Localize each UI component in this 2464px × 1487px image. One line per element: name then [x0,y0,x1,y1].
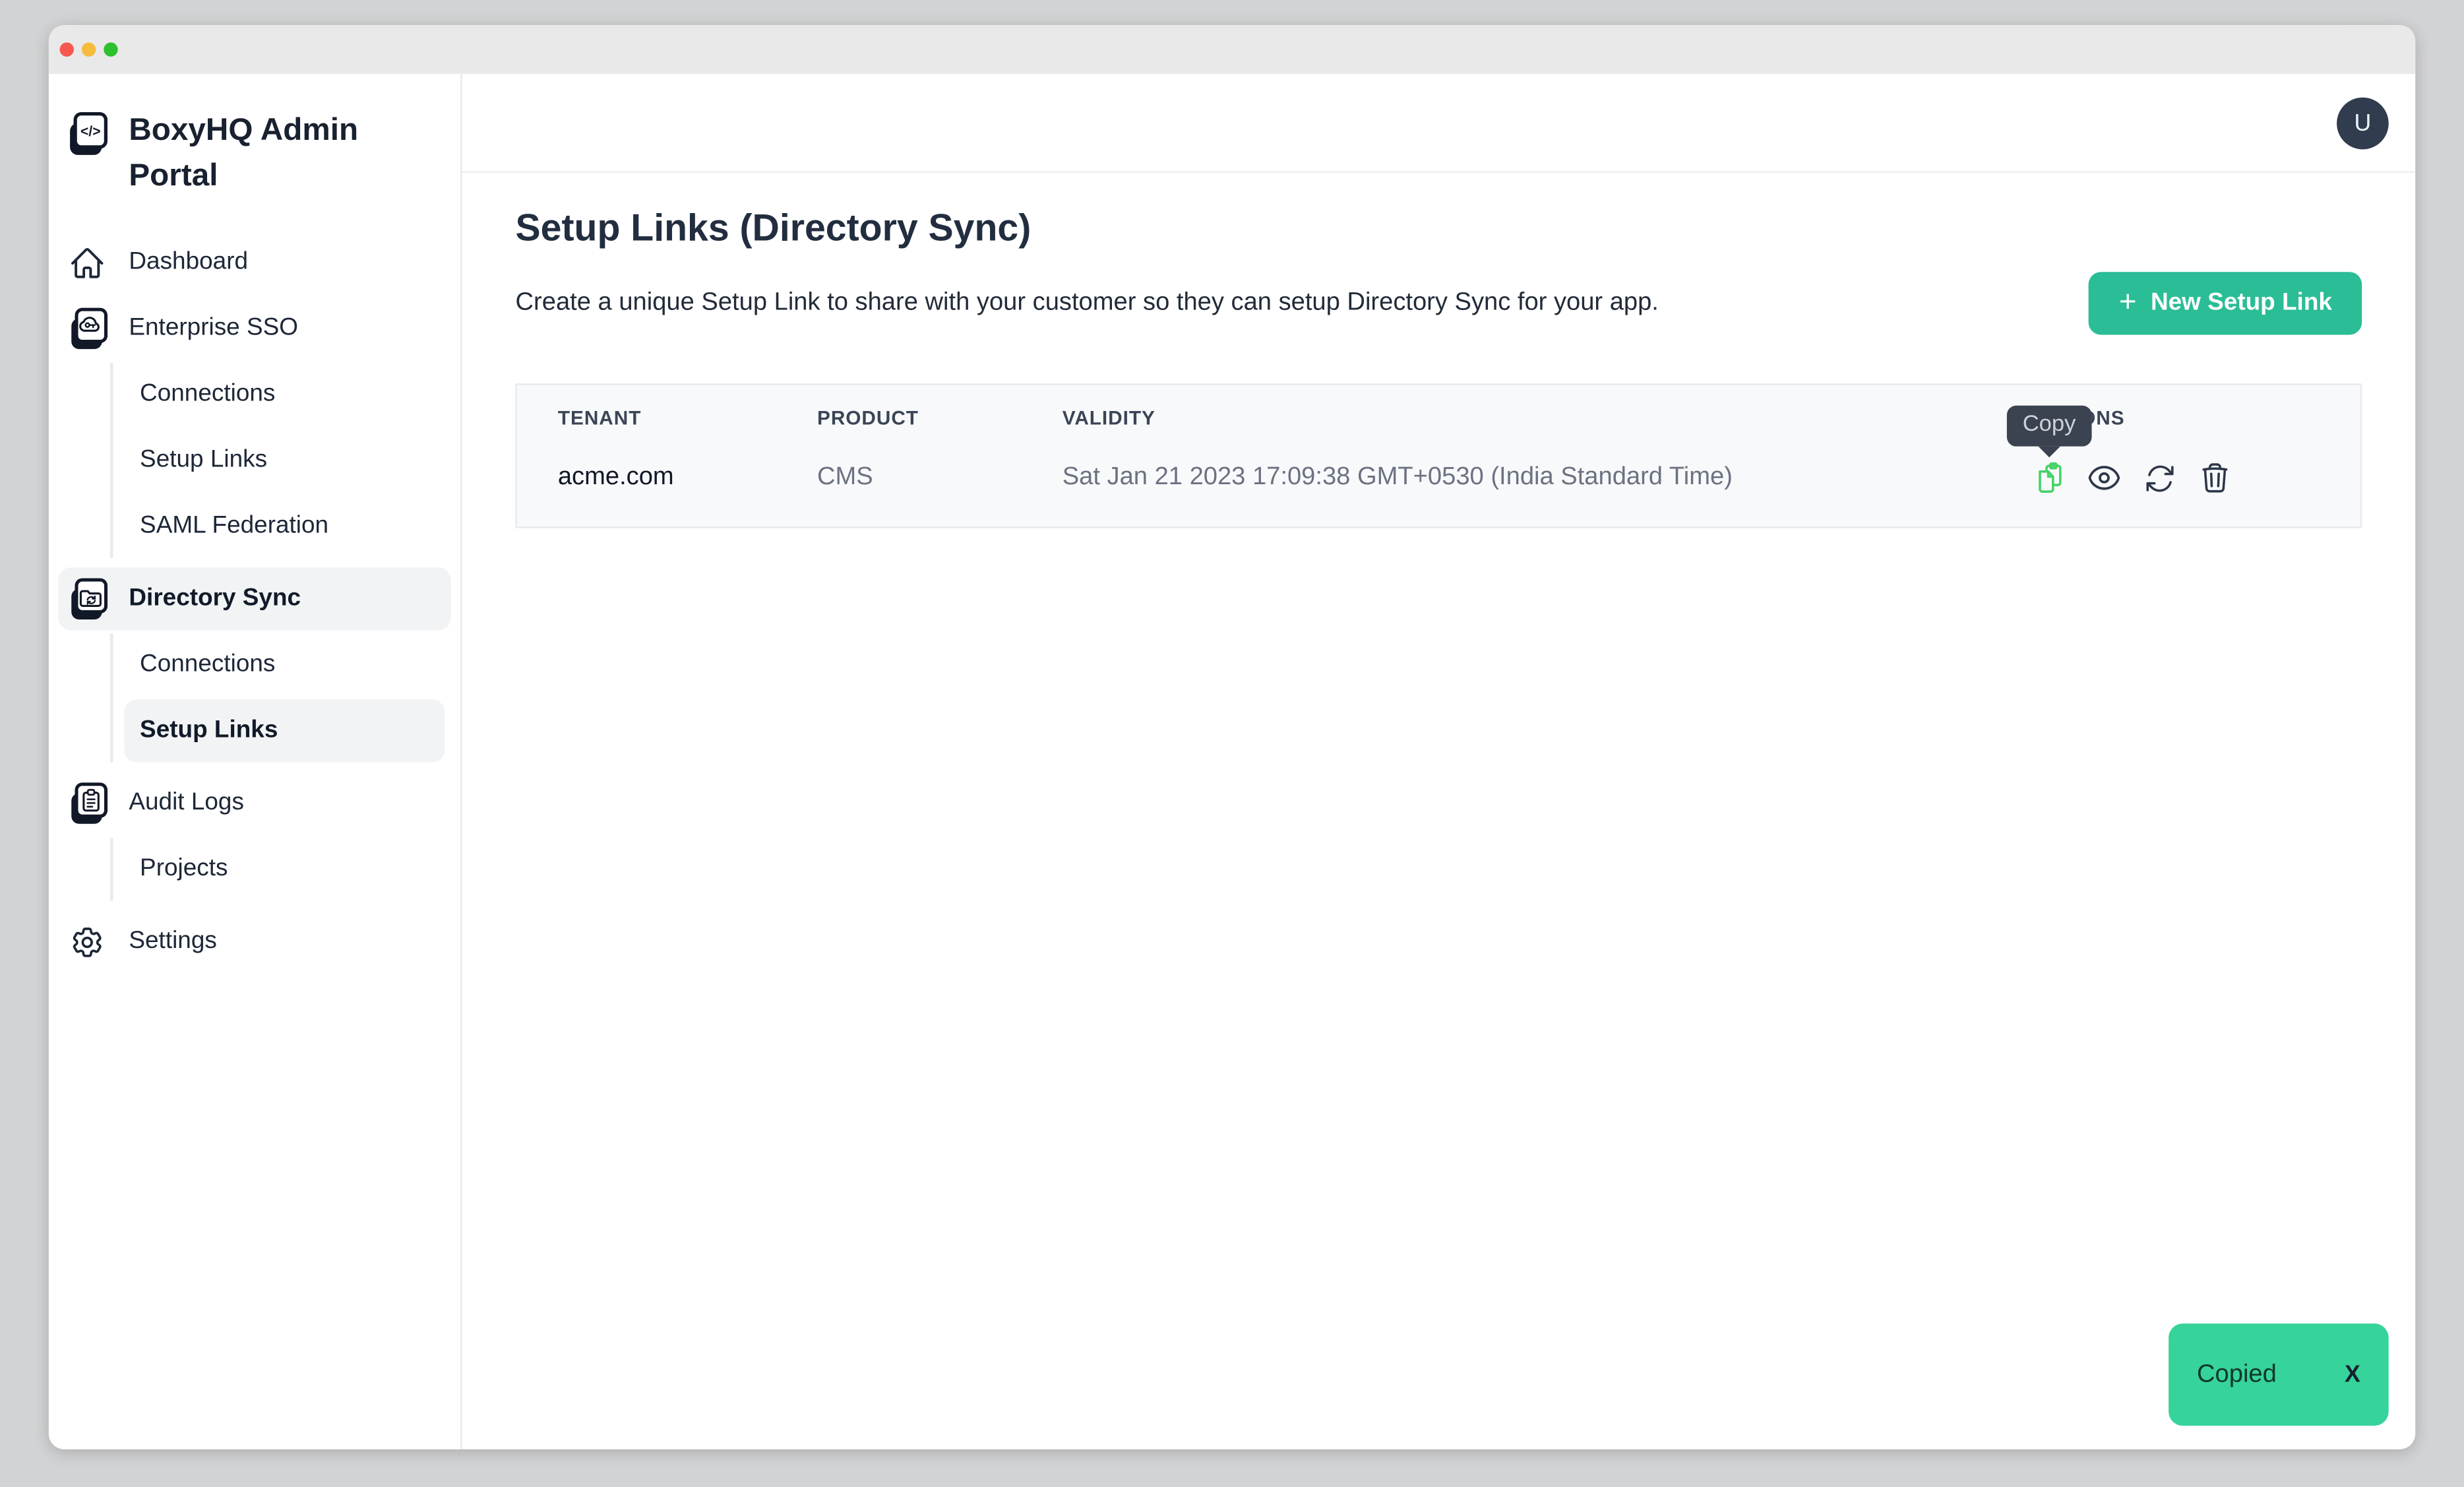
plus-icon: + [2119,288,2136,317]
copy-tooltip: Copy [2007,406,2091,447]
audit-logs-keycap-icon [66,780,108,826]
page-description: Create a unique Setup Link to share with… [516,289,1659,317]
page-content: Setup Links (Directory Sync) Create a un… [462,173,2416,528]
home-icon [66,245,108,281]
tenant-cell: acme.com [558,464,817,492]
delete-link-button[interactable] [2197,460,2231,495]
sidebar-item-dsync-setup-links[interactable]: Setup Links [124,699,445,762]
sidebar-item-label: Directory Sync [129,585,301,613]
regenerate-link-button[interactable] [2142,460,2176,495]
setup-links-table: TENANT PRODUCT VALIDITY ACTIONS acme.com… [516,383,2362,528]
sidebar-item-saml-federation[interactable]: SAML Federation [124,495,445,558]
actions-cell: Copy [2032,460,2320,495]
avatar[interactable]: U [2337,97,2389,149]
copied-toast: Copied X [2169,1323,2389,1426]
column-header-validity: VALIDITY [1063,407,2032,429]
refresh-icon [2143,461,2176,494]
sidebar-item-dsync-connections[interactable]: Connections [124,633,445,696]
validity-cell: Sat Jan 21 2023 17:09:38 GMT+0530 (India… [1063,464,2032,492]
sidebar-item-projects[interactable]: Projects [124,838,445,901]
directory-sync-keycap-icon [66,576,108,621]
new-setup-link-label: New Setup Link [2151,289,2332,317]
gear-icon [66,924,108,960]
product-cell: CMS [817,464,1063,492]
sidebar-item-label: Audit Logs [129,789,244,817]
app-window: </> BoxyHQ Admin Portal Dashboard [49,25,2415,1449]
sidebar-item-sso-setup-links[interactable]: Setup Links [124,429,445,491]
sidebar-item-settings[interactable]: Settings [58,910,451,973]
sidebar-item-label: Dashboard [129,248,248,276]
screen: </> BoxyHQ Admin Portal Dashboard [0,0,2464,1487]
sso-keycap-icon [66,305,108,351]
new-setup-link-button[interactable]: + New Setup Link [2089,272,2362,334]
close-window-icon[interactable] [60,42,74,56]
avatar-initial: U [2354,110,2371,137]
audit-logs-subnav: Projects [110,838,445,901]
top-header: U [462,74,2416,173]
sidebar-item-enterprise-sso[interactable]: Enterprise SSO [58,297,451,360]
eye-icon [2087,460,2121,495]
toast-close-button[interactable]: X [2345,1361,2360,1388]
trash-icon [2198,460,2231,495]
boxyhq-logo-icon: </> [66,108,108,160]
column-header-product: PRODUCT [817,407,1063,429]
sidebar-item-sso-connections[interactable]: Connections [124,363,445,426]
sidebar-item-label: Enterprise SSO [129,315,298,343]
view-link-button[interactable] [2087,460,2121,495]
sidebar-item-dashboard[interactable]: Dashboard [58,231,451,294]
brand[interactable]: </> BoxyHQ Admin Portal [49,96,460,209]
sidebar-nav: Dashboard Enterprise SSO [49,231,460,973]
page-title: Setup Links (Directory Sync) [516,208,2362,252]
table-row: acme.com CMS Sat Jan 21 2023 17:09:38 GM… [517,429,2360,526]
column-header-tenant: TENANT [558,407,817,429]
copy-link-button[interactable]: Copy [2032,460,2066,495]
window-titlebar [49,25,2415,74]
sidebar-item-label: Settings [129,928,216,956]
toast-message: Copied [2197,1360,2277,1389]
main-area: U Setup Links (Directory Sync) Create a … [462,74,2416,1449]
brand-name: BoxyHQ Admin Portal [129,108,429,199]
sidebar-item-audit-logs[interactable]: Audit Logs [58,772,451,835]
sidebar: </> BoxyHQ Admin Portal Dashboard [49,74,462,1449]
svg-text:</>: </> [80,124,101,139]
directory-sync-subnav: Connections Setup Links [110,633,445,762]
zoom-window-icon[interactable] [104,42,117,56]
enterprise-sso-subnav: Connections Setup Links SAML Federation [110,363,445,557]
sidebar-item-directory-sync[interactable]: Directory Sync [58,567,451,630]
minimize-window-icon[interactable] [82,42,96,56]
